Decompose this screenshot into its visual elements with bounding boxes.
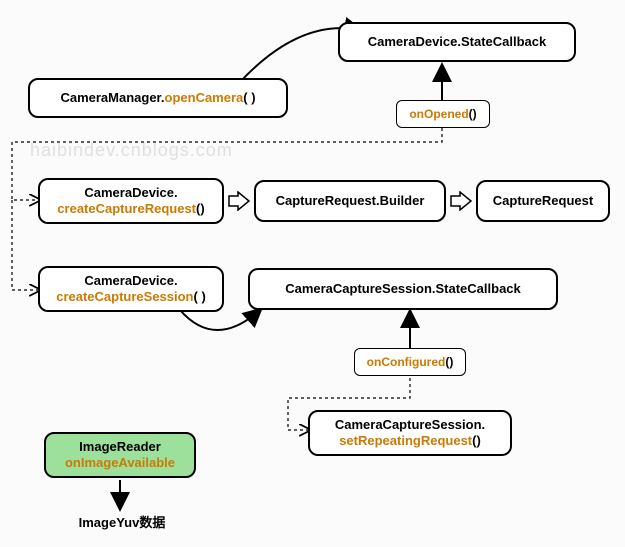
node-create-capture-session: CameraDevice. createCaptureSession( ): [38, 266, 224, 312]
text-state-callback: CameraDevice.StateCallback: [368, 34, 547, 50]
text-ir-prefix: ImageReader: [79, 439, 161, 455]
node-on-configured: onConfigured(): [354, 348, 466, 376]
text-on-configured: onConfigured(): [367, 355, 454, 370]
text-srr-method: setRepeatingRequest(): [339, 433, 481, 449]
diagram-canvas: haibindev.cnblogs.com CameraDevice.State…: [0, 0, 625, 547]
node-capture-request: CaptureRequest: [476, 180, 610, 222]
node-create-capture-request: CameraDevice. createCaptureRequest(): [38, 178, 224, 224]
text-ir-method: onImageAvailable: [65, 455, 175, 471]
text-ccr-prefix: CameraDevice.: [84, 185, 177, 201]
node-state-callback: CameraDevice.StateCallback: [338, 22, 576, 62]
label-image-yuv: ImageYuv数据: [72, 512, 172, 531]
text-ccs-method: createCaptureSession( ): [56, 289, 206, 305]
node-set-repeating-request: CameraCaptureSession. setRepeatingReques…: [308, 410, 512, 456]
text-on-opened: onOpened(): [409, 107, 476, 122]
node-image-reader: ImageReader onImageAvailable: [44, 432, 196, 478]
text-ssc: CameraCaptureSession.StateCallback: [285, 281, 521, 297]
text-ccs-prefix: CameraDevice.: [84, 273, 177, 289]
hollow-arrow-1: [228, 191, 250, 211]
node-capture-request-builder: CaptureRequest.Builder: [254, 180, 446, 222]
text-open-camera: CameraManager.openCamera( ): [60, 90, 255, 106]
text-cr: CaptureRequest: [493, 193, 593, 209]
node-on-opened: onOpened(): [396, 100, 490, 128]
text-srr-prefix: CameraCaptureSession.: [335, 417, 485, 433]
watermark-text: haibindev.cnblogs.com: [30, 140, 233, 161]
node-open-camera: CameraManager.openCamera( ): [28, 78, 288, 118]
node-session-state-callback: CameraCaptureSession.StateCallback: [248, 268, 558, 310]
hollow-arrow-2: [450, 191, 472, 211]
text-crb: CaptureRequest.Builder: [276, 193, 425, 209]
text-ccr-method: createCaptureRequest(): [57, 201, 204, 217]
